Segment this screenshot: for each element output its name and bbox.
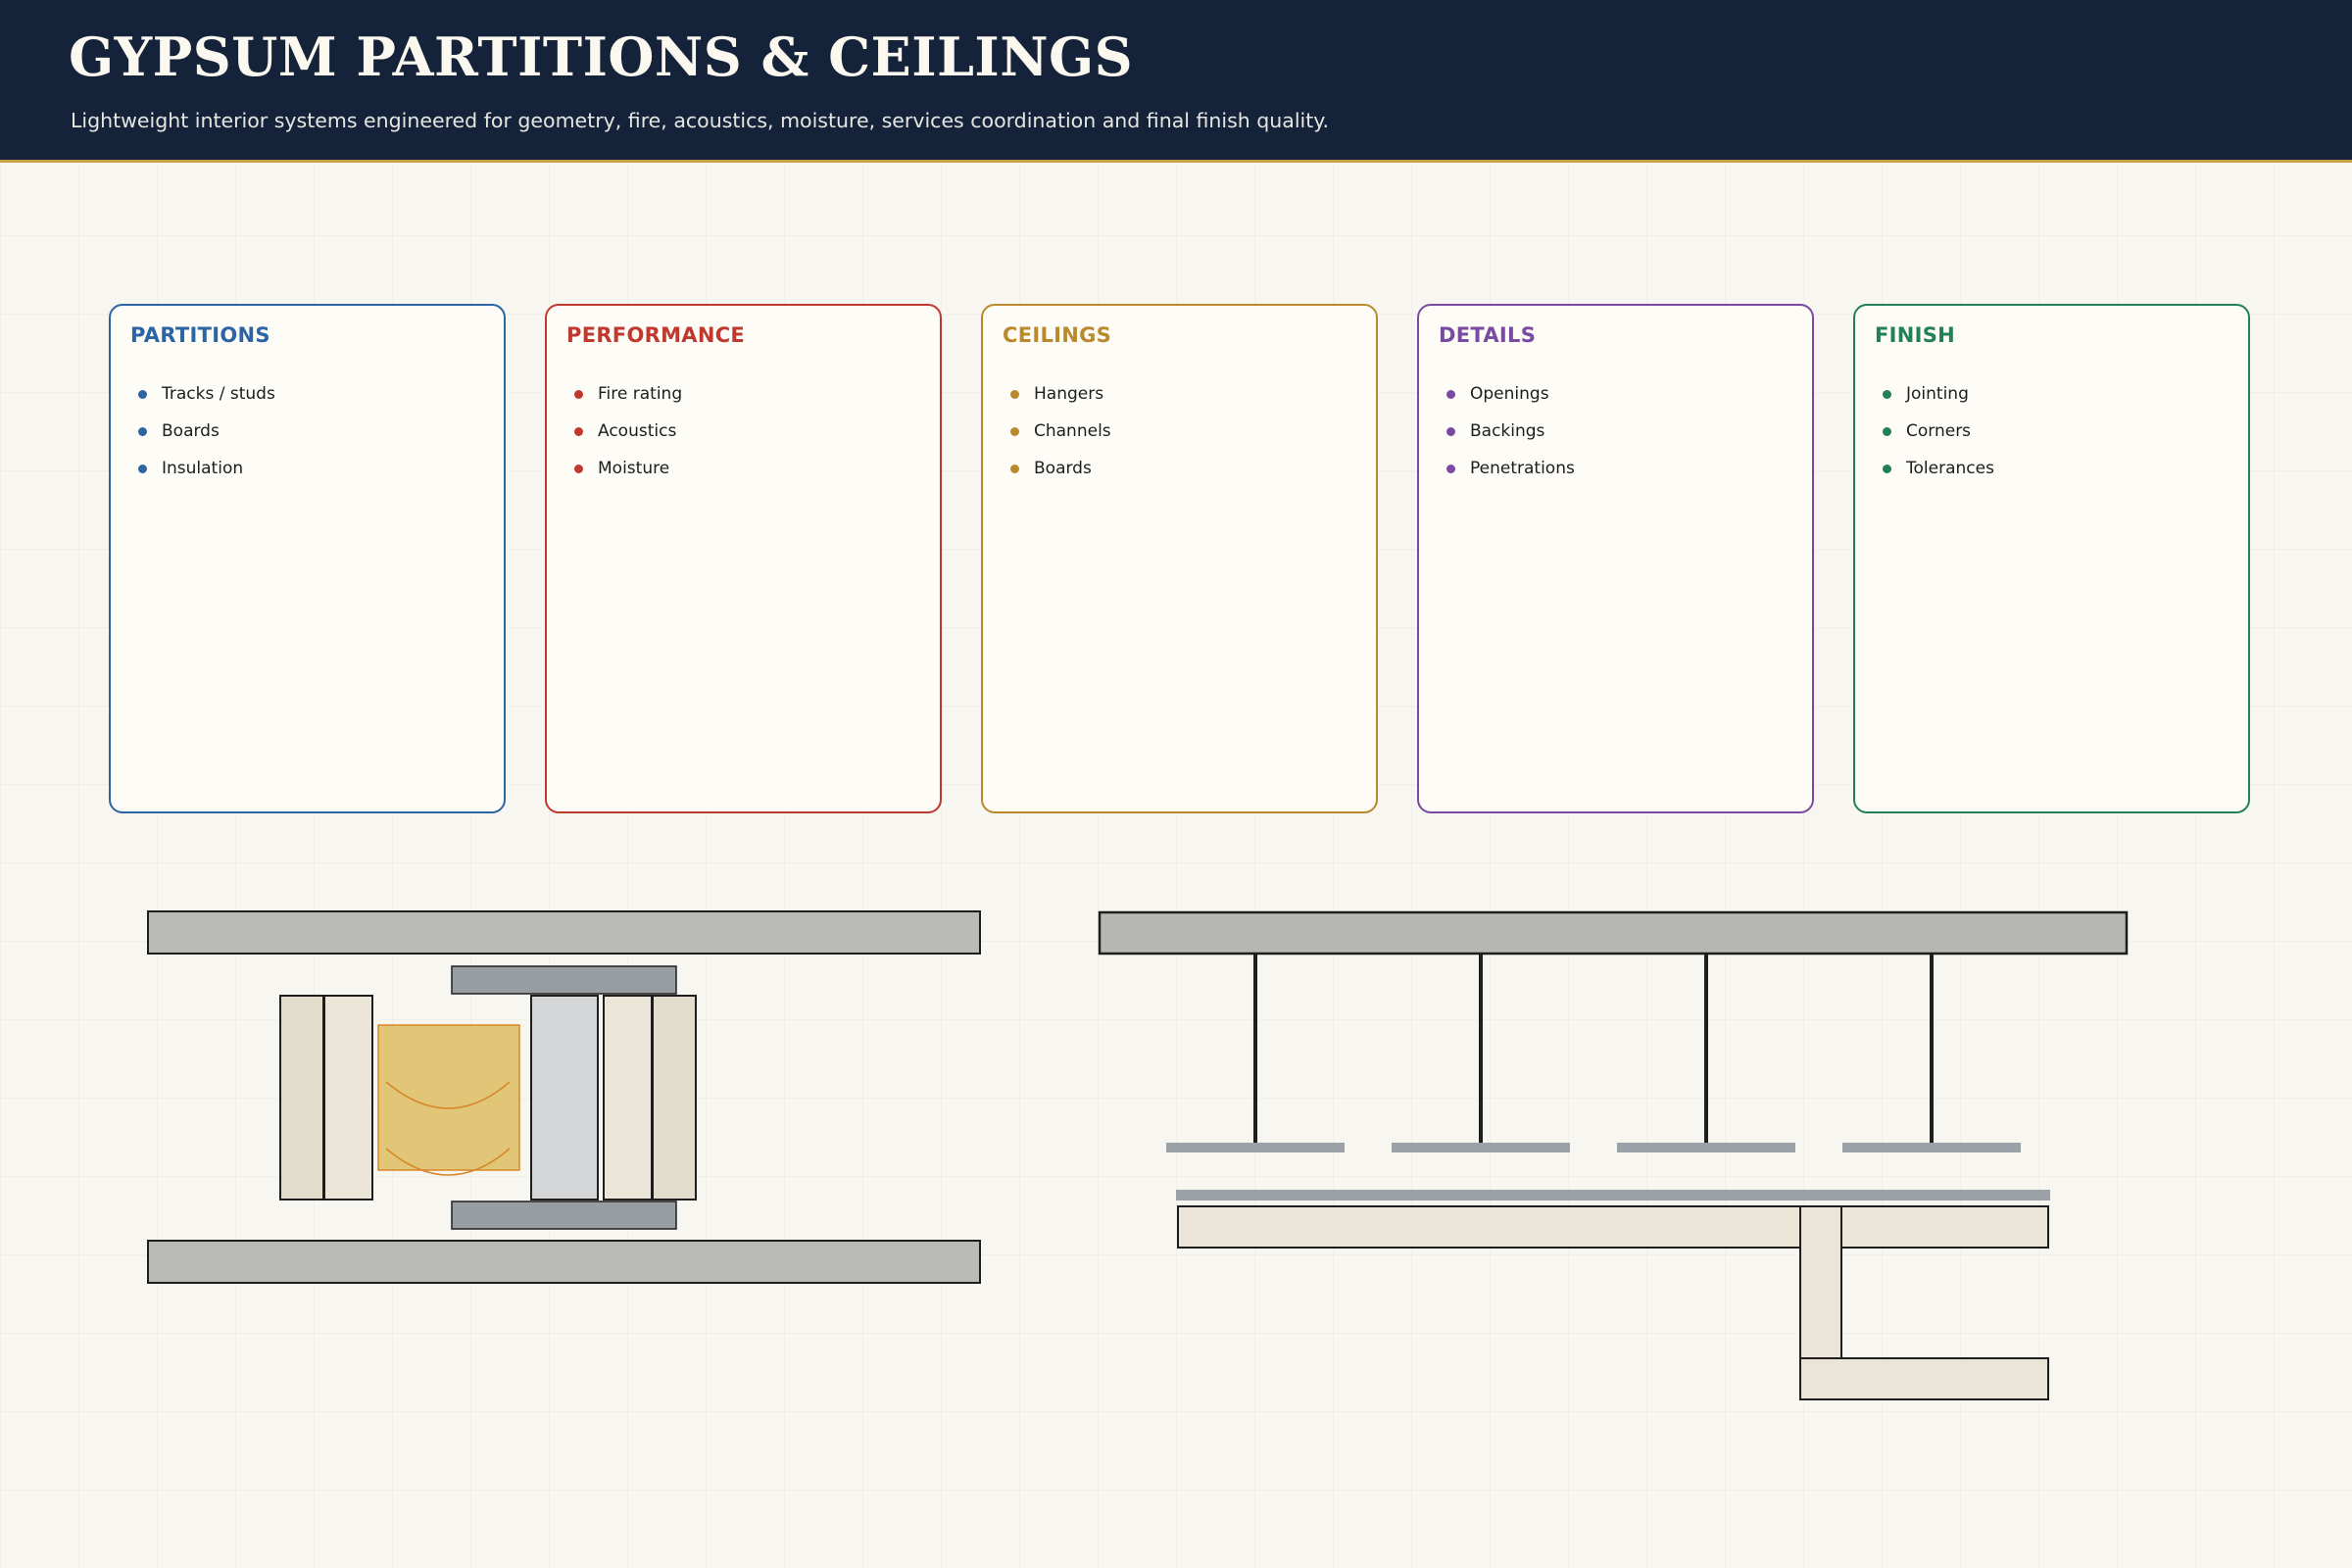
card-title: DETAILS bbox=[1439, 323, 1537, 347]
list-item: Tracks / studs bbox=[138, 382, 275, 419]
list-item-label: Insulation bbox=[162, 459, 244, 478]
list-item-label: Penetrations bbox=[1470, 459, 1575, 478]
board-layer-right-inner bbox=[603, 995, 653, 1200]
list-item-label: Channels bbox=[1034, 421, 1111, 441]
list-item-label: Fire rating bbox=[598, 384, 683, 404]
list-item-label: Acoustics bbox=[598, 421, 677, 441]
bullet-dot-icon bbox=[1883, 427, 1891, 436]
card-list: Tracks / studs Boards Insulation bbox=[138, 382, 275, 494]
bullet-dot-icon bbox=[574, 465, 583, 473]
list-item-label: Hangers bbox=[1034, 384, 1104, 404]
bulkhead-drop-board bbox=[1799, 1205, 1842, 1360]
bullet-dot-icon bbox=[138, 465, 147, 473]
list-item: Jointing bbox=[1883, 382, 1994, 419]
list-item-label: Tracks / studs bbox=[162, 384, 275, 404]
card-title: PERFORMANCE bbox=[566, 323, 746, 347]
page-title: GYPSUM PARTITIONS & CEILINGS bbox=[69, 25, 1134, 88]
bullet-dot-icon bbox=[574, 390, 583, 399]
list-item: Acoustics bbox=[574, 419, 682, 457]
card-finish: FINISH Jointing Corners Tolerances bbox=[1853, 304, 2250, 813]
primary-channel bbox=[1166, 1143, 1345, 1152]
list-item: Backings bbox=[1446, 419, 1575, 457]
list-item: Tolerances bbox=[1883, 457, 1994, 494]
card-title: FINISH bbox=[1875, 323, 1956, 347]
metal-stud bbox=[530, 995, 599, 1200]
list-item: Boards bbox=[138, 419, 275, 457]
list-item-label: Openings bbox=[1470, 384, 1549, 404]
list-item: Penetrations bbox=[1446, 457, 1575, 494]
list-item-label: Tolerances bbox=[1906, 459, 1994, 478]
board-layer-left-outer bbox=[279, 995, 324, 1200]
card-list: Hangers Channels Boards bbox=[1010, 382, 1111, 494]
list-item: Insulation bbox=[138, 457, 275, 494]
ceiling-board bbox=[1177, 1205, 2049, 1249]
bullet-dot-icon bbox=[574, 427, 583, 436]
list-item-label: Jointing bbox=[1906, 384, 1969, 404]
bullet-dot-icon bbox=[1883, 390, 1891, 399]
bullet-dot-icon bbox=[138, 427, 147, 436]
floor-slab-top bbox=[147, 910, 981, 955]
bullet-dot-icon bbox=[1446, 465, 1455, 473]
bullet-dot-icon bbox=[1446, 427, 1455, 436]
list-item-label: Backings bbox=[1470, 421, 1545, 441]
list-item: Channels bbox=[1010, 419, 1111, 457]
page-subtitle: Lightweight interior systems engineered … bbox=[71, 109, 1330, 132]
bullet-dot-icon bbox=[1010, 427, 1019, 436]
bullet-dot-icon bbox=[1446, 390, 1455, 399]
bullet-dot-icon bbox=[138, 390, 147, 399]
bulkhead-soffit-board bbox=[1799, 1357, 2049, 1400]
board-layer-left-inner bbox=[323, 995, 373, 1200]
list-item: Openings bbox=[1446, 382, 1575, 419]
bottom-track bbox=[451, 1200, 677, 1230]
bullet-dot-icon bbox=[1883, 465, 1891, 473]
primary-channel bbox=[1617, 1143, 1795, 1152]
list-item-label: Boards bbox=[1034, 459, 1092, 478]
top-track bbox=[451, 965, 677, 995]
primary-channel bbox=[1392, 1143, 1570, 1152]
page-header: GYPSUM PARTITIONS & CEILINGS Lightweight… bbox=[0, 0, 2352, 163]
list-item: Hangers bbox=[1010, 382, 1111, 419]
card-list: Jointing Corners Tolerances bbox=[1883, 382, 1994, 494]
ceiling-structural-slab bbox=[1098, 910, 2129, 956]
insulation-curve-bottom bbox=[385, 1148, 511, 1176]
card-details: DETAILS Openings Backings Penetrations bbox=[1417, 304, 1814, 813]
list-item: Moisture bbox=[574, 457, 682, 494]
bullet-dot-icon bbox=[1010, 390, 1019, 399]
card-list: Openings Backings Penetrations bbox=[1446, 382, 1575, 494]
list-item-label: Moisture bbox=[598, 459, 670, 478]
bullet-dot-icon bbox=[1010, 465, 1019, 473]
card-title: PARTITIONS bbox=[130, 323, 270, 347]
list-item-label: Corners bbox=[1906, 421, 1972, 441]
floor-slab-bottom bbox=[147, 1240, 981, 1284]
card-partitions: PARTITIONS Tracks / studs Boards Insulat… bbox=[109, 304, 506, 813]
card-list: Fire rating Acoustics Moisture bbox=[574, 382, 682, 494]
insulation-infill bbox=[377, 1024, 520, 1171]
furring-channel bbox=[1176, 1190, 2050, 1200]
insulation-curve-top bbox=[385, 1081, 511, 1109]
card-ceilings: CEILINGS Hangers Channels Boards bbox=[981, 304, 1378, 813]
list-item-label: Boards bbox=[162, 421, 220, 441]
list-item: Fire rating bbox=[574, 382, 682, 419]
primary-channel bbox=[1842, 1143, 2021, 1152]
card-title: CEILINGS bbox=[1003, 323, 1112, 347]
list-item: Boards bbox=[1010, 457, 1111, 494]
card-performance: PERFORMANCE Fire rating Acoustics Moistu… bbox=[545, 304, 942, 813]
board-layer-right-outer bbox=[652, 995, 697, 1200]
list-item: Corners bbox=[1883, 419, 1994, 457]
